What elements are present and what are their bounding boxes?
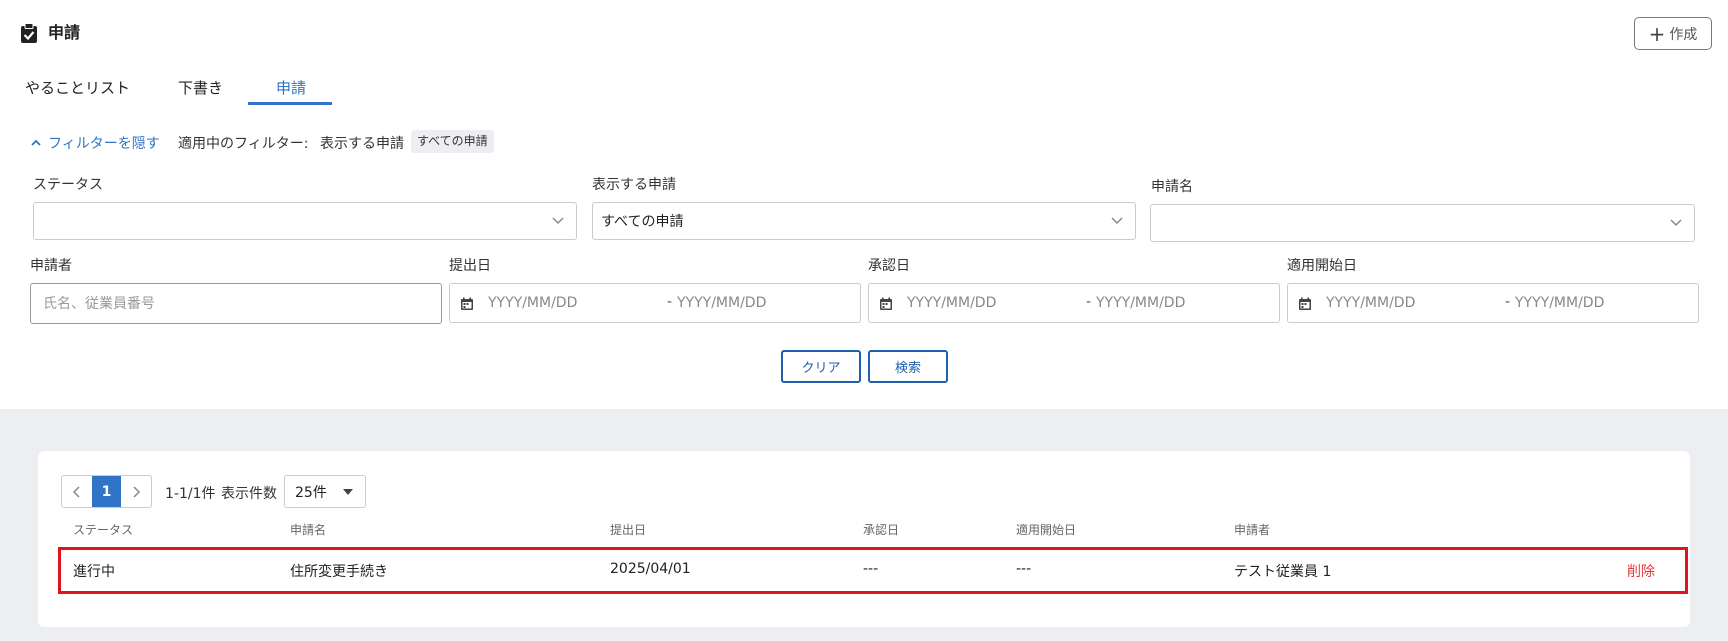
range-separator: - (1086, 294, 1092, 310)
row-effective: --- (1016, 561, 1032, 577)
per-page-select[interactable]: 25件 (284, 475, 366, 508)
submitted-from[interactable]: YYYY/MM/DD (488, 295, 577, 311)
filter-panel: 申請 + 作成 やることリスト 下書き 申請 フィルターを隠す 適用中のフィルタ… (0, 0, 1728, 409)
range-separator: - (1505, 294, 1511, 310)
display-select-value: すべての申請 (601, 214, 684, 230)
plus-icon: + (1648, 21, 1666, 46)
per-page-label: 表示件数 (221, 486, 277, 502)
page-title: 申請 (48, 23, 81, 42)
create-button[interactable]: + 作成 (1634, 17, 1712, 50)
row-status: 進行中 (73, 564, 115, 580)
result-range-text: 1-1/1件 (165, 486, 216, 502)
active-filter-label: 適用中のフィルター: (178, 136, 309, 152)
hide-filter-toggle[interactable]: フィルターを隠す (30, 133, 160, 153)
column-header-status: ステータス (73, 523, 134, 537)
status-select[interactable] (33, 202, 577, 240)
submitted-date-label: 提出日 (449, 258, 491, 274)
chevron-down-icon (1670, 219, 1682, 227)
delete-link[interactable]: 削除 (1627, 561, 1655, 581)
name-select[interactable] (1150, 204, 1695, 242)
clipboard-check-icon (21, 23, 37, 43)
display-select[interactable]: すべての申請 (592, 202, 1136, 240)
column-header-applicant: 申請者 (1234, 523, 1271, 537)
create-button-label: 作成 (1669, 26, 1698, 43)
chevron-down-icon (552, 217, 564, 225)
active-filter-field: 表示する申請 (320, 136, 404, 152)
status-filter-label: ステータス (33, 177, 103, 193)
submitted-date-range[interactable]: YYYY/MM/DD - YYYY/MM/DD (449, 283, 861, 323)
calendar-icon (1299, 297, 1311, 310)
current-page[interactable]: 1 (91, 476, 122, 507)
approved-to[interactable]: YYYY/MM/DD (1096, 295, 1185, 311)
clear-button[interactable]: クリア (781, 350, 861, 383)
column-header-approved: 承認日 (863, 523, 900, 537)
column-header-name: 申請名 (290, 523, 327, 537)
submitted-to[interactable]: YYYY/MM/DD (677, 295, 766, 311)
active-filter-chip: すべての申請 (411, 130, 494, 153)
chevron-left-icon (72, 485, 80, 498)
row-submitted: 2025/04/01 (610, 561, 691, 577)
chevron-right-icon (133, 485, 141, 498)
approved-date-range[interactable]: YYYY/MM/DD - YYYY/MM/DD (868, 283, 1280, 323)
column-header-effective: 適用開始日 (1016, 523, 1077, 537)
effective-to[interactable]: YYYY/MM/DD (1515, 295, 1604, 311)
applicant-filter-label: 申請者 (30, 258, 72, 274)
approved-from[interactable]: YYYY/MM/DD (907, 295, 996, 311)
search-button[interactable]: 検索 (868, 350, 948, 383)
row-name[interactable]: 住所変更手続き (290, 561, 388, 581)
calendar-icon (880, 297, 892, 310)
chevron-down-icon (1111, 217, 1123, 225)
hide-filter-label: フィルターを隠す (48, 136, 160, 152)
pagination: 1 (61, 475, 152, 508)
effective-from[interactable]: YYYY/MM/DD (1326, 295, 1415, 311)
tab-todo-list[interactable]: やることリスト (25, 78, 130, 98)
display-filter-label: 表示する申請 (592, 177, 676, 193)
chevron-up-icon (31, 139, 41, 146)
tab-drafts[interactable]: 下書き (178, 78, 223, 98)
next-page-button[interactable] (121, 476, 151, 507)
calendar-icon (461, 297, 473, 310)
caret-down-icon (343, 489, 353, 495)
row-approved: --- (863, 561, 879, 577)
effective-date-label: 適用開始日 (1287, 258, 1357, 274)
column-header-submitted: 提出日 (610, 523, 647, 537)
prev-page-button[interactable] (62, 476, 92, 507)
range-separator: - (667, 294, 673, 310)
name-filter-label: 申請名 (1151, 179, 1193, 195)
row-applicant: テスト従業員 1 (1234, 564, 1332, 580)
per-page-value: 25件 (295, 484, 327, 501)
effective-date-range[interactable]: YYYY/MM/DD - YYYY/MM/DD (1287, 283, 1699, 323)
tab-applications[interactable]: 申請 (276, 78, 306, 98)
applicant-input[interactable] (30, 283, 442, 324)
active-tab-indicator (248, 102, 332, 105)
approved-date-label: 承認日 (868, 258, 910, 274)
